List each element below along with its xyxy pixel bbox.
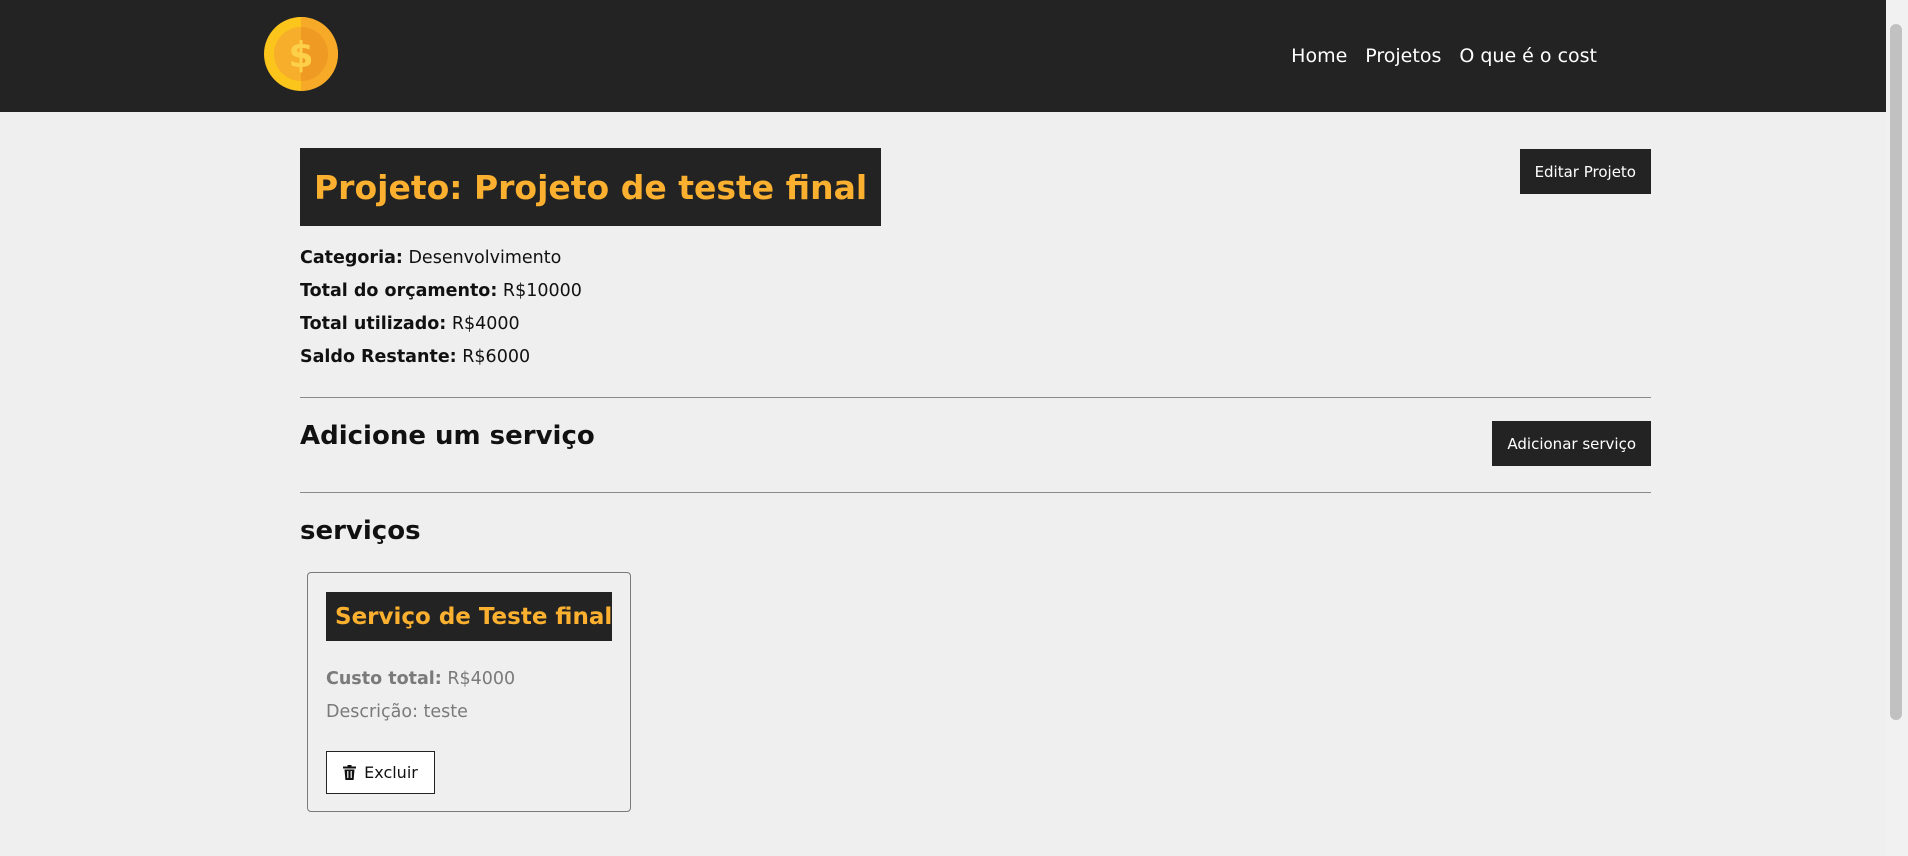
service-description: Descrição: teste — [326, 702, 468, 722]
info-label: Categoria: — [300, 248, 403, 268]
info-value: R$6000 — [462, 347, 531, 367]
service-cost-label: Custo total: — [326, 669, 442, 689]
nav-link-projetos[interactable]: Projetos — [1365, 45, 1441, 67]
scrollbar[interactable] — [1886, 0, 1908, 856]
divider — [300, 397, 1651, 398]
services-title: serviços — [300, 516, 421, 546]
nav-links: Home Projetos O que é o cost — [1291, 0, 1597, 112]
divider — [300, 492, 1651, 493]
info-value: R$4000 — [451, 314, 520, 334]
add-service-title: Adicione um serviço — [300, 421, 595, 451]
add-service-button[interactable]: Adicionar serviço — [1492, 421, 1651, 466]
project-title: Projeto: Projeto de teste final — [314, 167, 868, 207]
info-value: Desenvolvimento — [408, 248, 562, 268]
svg-text:$: $ — [288, 35, 313, 76]
info-used-total: Total utilizado: R$4000 — [300, 308, 582, 341]
info-remaining-balance: Saldo Restante: R$6000 — [300, 341, 582, 374]
info-label: Saldo Restante: — [300, 347, 457, 367]
coin-dollar-icon[interactable]: $ — [264, 17, 338, 91]
page: $ Home Projetos O que é o cost Projeto: … — [0, 0, 1908, 856]
nav-link-o-que-e-o-cost[interactable]: O que é o cost — [1459, 45, 1597, 67]
service-name-box: Serviço de Teste final — [326, 592, 612, 641]
service-cost-value: R$4000 — [447, 669, 516, 689]
service-card: Serviço de Teste final Custo total: R$40… — [307, 572, 631, 812]
delete-service-button[interactable]: Excluir — [326, 751, 435, 794]
project-title-box: Projeto: Projeto de teste final — [300, 148, 882, 226]
scrollbar-thumb[interactable] — [1890, 24, 1902, 720]
trash-icon — [343, 765, 357, 780]
delete-label: Excluir — [364, 763, 418, 782]
edit-project-button[interactable]: Editar Projeto — [1519, 149, 1651, 194]
info-label: Total utilizado: — [300, 314, 447, 334]
navbar: $ Home Projetos O que é o cost — [0, 0, 1886, 112]
info-category: Categoria: Desenvolvimento — [300, 242, 582, 275]
nav-link-home[interactable]: Home — [1291, 45, 1347, 67]
service-name: Serviço de Teste final — [335, 603, 613, 630]
project-info: Categoria: Desenvolvimento Total do orça… — [300, 242, 582, 374]
info-value: R$10000 — [502, 281, 582, 301]
info-budget-total: Total do orçamento: R$10000 — [300, 275, 582, 308]
service-cost: Custo total: R$4000 — [326, 669, 515, 689]
info-label: Total do orçamento: — [300, 281, 498, 301]
